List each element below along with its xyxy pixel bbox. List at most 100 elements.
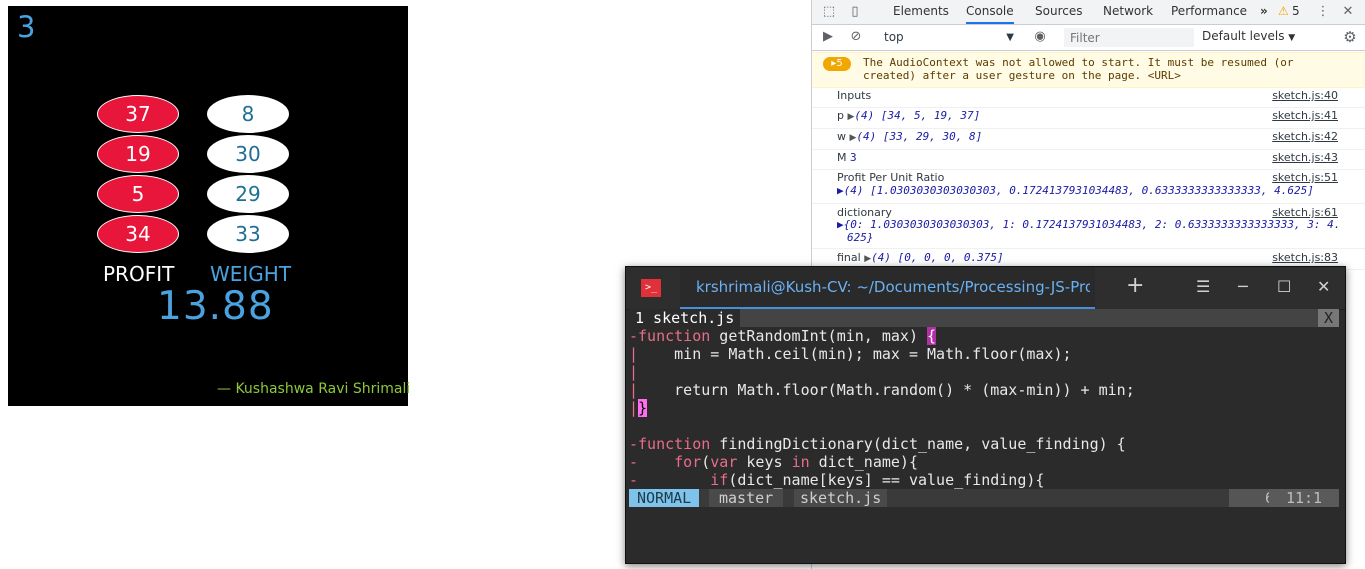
weight-oval-4: 33 (207, 215, 289, 253)
vim-tab-name[interactable]: 1 sketch.js (629, 309, 741, 327)
log-row[interactable]: w ▶(4) [33, 29, 30, 8] sketch.js:42 (812, 128, 1365, 150)
context-select[interactable]: top ▼ (878, 28, 1016, 47)
code-line: - for(var keys in dict_name){ (629, 453, 918, 471)
inspect-element-icon[interactable]: ⬚ (820, 3, 838, 21)
tab-elements[interactable]: Elements (893, 0, 949, 24)
close-devtools-icon[interactable]: ✕ (1339, 3, 1357, 21)
gear-icon[interactable]: ⚙ (1342, 29, 1358, 45)
profit-oval-3: 5 (97, 175, 179, 213)
context-select-value: top (884, 30, 904, 44)
warning-text: The AudioContext was not allowed to star… (863, 56, 1294, 82)
log-source-link[interactable]: sketch.js:83 (1272, 251, 1338, 264)
minimize-icon[interactable]: ─ (1238, 277, 1248, 296)
vim-editor[interactable]: 1 sketch.js X -function getRandomInt(min… (629, 309, 1339, 545)
console-toolbar: ▶ ⊘ top ▼ ◉ Default levels ▼ ⚙ (812, 25, 1365, 51)
sidebar-toggle-icon[interactable]: ▶ (820, 29, 836, 45)
log-levels-dropdown[interactable]: Default levels ▼ (1202, 29, 1295, 43)
terminal-app-icon: >_ (641, 279, 661, 297)
expand-triangle-icon[interactable]: ▶ (837, 184, 844, 197)
more-tabs-button[interactable]: » (1260, 0, 1268, 24)
code-line: - if(dict_name[keys] == value_finding){ (629, 471, 1045, 489)
log-value-continued: 625} (847, 231, 874, 244)
profit-oval-2: 19 (97, 135, 179, 173)
code-text: } (638, 399, 648, 417)
tab-sources[interactable]: Sources (1035, 0, 1082, 24)
close-icon[interactable]: ✕ (1317, 277, 1330, 296)
log-label: M (837, 151, 847, 164)
clear-console-icon[interactable]: ⊘ (848, 29, 864, 45)
log-label: w (837, 130, 846, 143)
vim-statusline: NORMAL master sketch.js 6% 11:1 (629, 489, 1339, 507)
log-row: M 3 sketch.js:43 (812, 149, 1365, 170)
log-label: final (837, 251, 861, 264)
code-text: return Math.floor(Math.random() * (max-m… (638, 381, 1135, 399)
log-row[interactable]: Profit Per Unit Ratio ▶(4) [1.0303030303… (812, 169, 1365, 204)
profit-oval-1: 37 (97, 95, 179, 133)
code-text: if(dict_name[keys] == value_finding){ (710, 471, 1045, 489)
terminal-titlebar[interactable]: >_ krshrimali@Kush-CV: ~/Documents/Proce… (626, 267, 1345, 310)
filter-input[interactable] (1064, 28, 1194, 47)
warning-count[interactable]: 5 (1292, 4, 1300, 18)
chevron-down-icon: ▼ (1006, 32, 1014, 43)
warning-message[interactable]: ▸5 The AudioContext was not allowed to s… (812, 52, 1365, 88)
weight-oval-1: 8 (207, 95, 289, 133)
log-source-link[interactable]: sketch.js:40 (1272, 89, 1338, 102)
kebab-menu-icon[interactable]: ⋮ (1314, 3, 1332, 21)
weight-oval-2: 30 (207, 135, 289, 173)
log-levels-label: Default levels (1202, 29, 1285, 43)
code-line: -function getRandomInt(min, max) { (629, 327, 937, 345)
code-line: |} (629, 399, 648, 417)
log-value: (4) [0, 0, 0, 0.375] (871, 251, 1004, 264)
code-text: function getRandomInt(min, max) { (638, 327, 937, 345)
code-line: | return Math.floor(Math.random() * (max… (629, 381, 1135, 399)
log-source-link[interactable]: sketch.js:61 (1272, 206, 1338, 219)
log-row[interactable]: p ▶(4) [34, 5, 19, 37] sketch.js:41 (812, 107, 1365, 129)
new-tab-icon[interactable]: + (1126, 273, 1144, 298)
vim-tabline: 1 sketch.js X (629, 309, 1339, 327)
tab-performance[interactable]: Performance (1171, 0, 1247, 24)
log-row: Inputs sketch.js:40 (812, 87, 1365, 108)
eye-icon[interactable]: ◉ (1032, 29, 1048, 45)
expand-triangle-icon[interactable]: ▶ (837, 218, 844, 231)
devtools-tabbar: ⬚ ▯ Elements Console Sources Network Per… (812, 0, 1365, 25)
log-source-link[interactable]: sketch.js:42 (1272, 130, 1338, 143)
chevron-down-icon: ▼ (1288, 33, 1296, 43)
log-value: (4) [34, 5, 19, 37] (854, 109, 981, 122)
log-message: Profit Per Unit Ratio (837, 171, 945, 184)
sketch-canvas: 3 37 19 5 34 8 30 29 33 PROFIT WEIGHT 13… (8, 6, 411, 406)
result-value: 13.88 (157, 284, 274, 329)
log-source-link[interactable]: sketch.js:51 (1272, 171, 1338, 184)
weight-oval-3: 29 (207, 175, 289, 213)
log-message: Inputs (837, 89, 872, 102)
vim-filename: sketch.js (794, 489, 888, 507)
code-text: function findingDictionary(dict_name, va… (638, 435, 1126, 453)
code-text: for(var keys in dict_name){ (674, 453, 918, 471)
log-value: 3 (850, 151, 857, 164)
code-text: min = Math.ceil(min); max = Math.floor(m… (638, 345, 1072, 363)
code-line: -function findingDictionary(dict_name, v… (629, 435, 1126, 453)
terminal-tab[interactable]: krshrimali@Kush-CV: ~/Documents/Processi… (680, 267, 1095, 309)
vim-tab-close[interactable]: X (1317, 309, 1339, 327)
log-value: (4) [1.0303030303030303, 0.1724137931034… (843, 184, 1314, 197)
tab-console[interactable]: Console (966, 0, 1014, 24)
log-source-link[interactable]: sketch.js:41 (1272, 109, 1338, 122)
vim-cursor-position: 11:1 (1269, 489, 1339, 507)
warning-group-badge[interactable]: ▸5 (823, 57, 851, 71)
hamburger-menu-icon[interactable]: ☰ (1196, 277, 1210, 296)
profit-label: PROFIT (103, 262, 175, 286)
maximize-icon[interactable]: ☐ (1277, 277, 1291, 296)
vim-mode: NORMAL (629, 489, 700, 507)
git-branch: master (709, 489, 784, 507)
log-value: (4) [33, 29, 30, 8] (856, 130, 983, 143)
terminal-window[interactable]: >_ krshrimali@Kush-CV: ~/Documents/Proce… (625, 266, 1346, 564)
log-source-link[interactable]: sketch.js:43 (1272, 151, 1338, 164)
weight-label: WEIGHT (210, 262, 292, 286)
log-row[interactable]: dictionary ▶{0: 1.0303030303030303, 1: 0… (812, 204, 1365, 249)
device-toolbar-icon[interactable]: ▯ (846, 3, 864, 21)
terminal-tab-title: krshrimali@Kush-CV: ~/Documents/Processi… (696, 278, 1090, 296)
log-label: p (837, 109, 844, 122)
author-credit: — Kushashwa Ravi Shrimali (217, 381, 411, 397)
warning-triangle-icon[interactable]: ⚠ (1278, 4, 1289, 18)
tab-network[interactable]: Network (1103, 0, 1153, 24)
